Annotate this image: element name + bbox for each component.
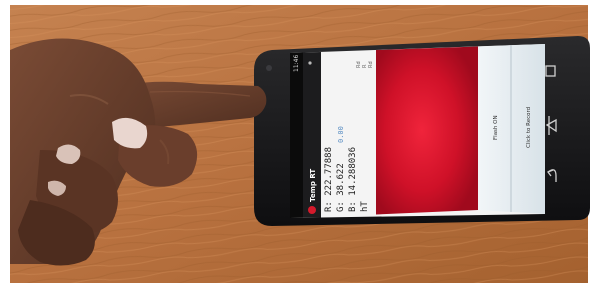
- camera-preview-red: [376, 46, 478, 215]
- reading-g-extra: 0.00: [337, 126, 345, 143]
- smartphone: [254, 36, 590, 226]
- side-letter-3: Rd: [368, 61, 374, 68]
- photo: 11:46 Temp RT R: 222.77888 G: 38.622 0.0…: [0, 0, 595, 294]
- status-bar: [290, 52, 303, 218]
- overflow-icon[interactable]: [308, 61, 312, 65]
- reading-ht: hT: [360, 201, 370, 212]
- flash-on-button[interactable]: Flash ON: [493, 115, 499, 140]
- reading-b: B: 14.288036: [348, 147, 358, 212]
- front-camera-icon: [266, 65, 272, 71]
- red-blood-drop-icon: [308, 206, 316, 214]
- status-clock: 11:46: [293, 55, 300, 72]
- reading-r: R: 222.77888: [324, 147, 334, 212]
- click-to-record-button[interactable]: Click to Record: [526, 107, 532, 148]
- reading-g: G: 38.622: [336, 163, 346, 212]
- photo-frame: 11:46 Temp RT R: 222.77888 G: 38.622 0.0…: [0, 0, 595, 294]
- app-title: Temp RT: [309, 169, 317, 202]
